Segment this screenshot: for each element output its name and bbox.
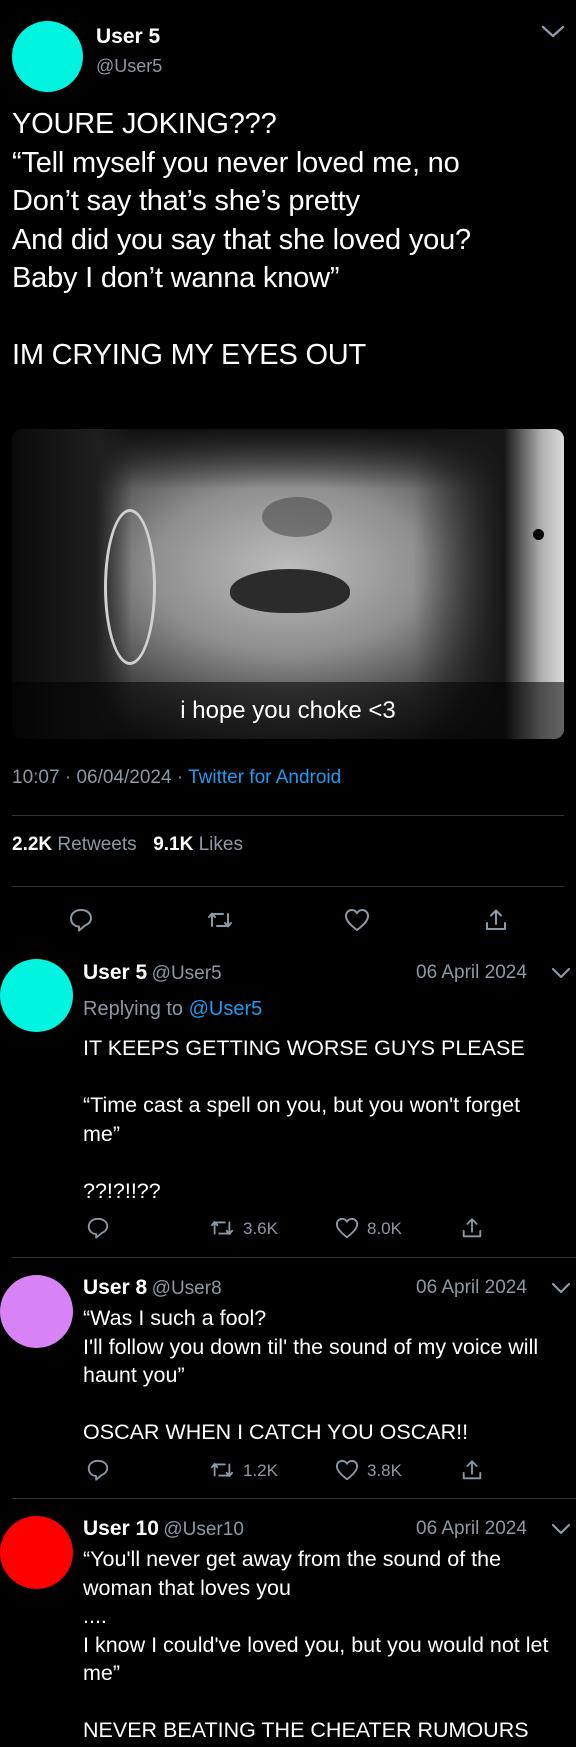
reply-header: User 5 @User5 — [83, 961, 222, 985]
share-icon[interactable] — [483, 907, 509, 933]
reply-icon[interactable] — [86, 1458, 110, 1482]
reply-header: User 10 @User10 — [83, 1517, 244, 1541]
avatar[interactable] — [0, 959, 73, 1032]
reply-date: 06 April 2024 — [416, 1277, 527, 1298]
author-handle[interactable]: @User5 — [152, 963, 222, 984]
heart-icon[interactable] — [334, 1216, 360, 1240]
photo-earring — [104, 509, 156, 665]
like-count: 8.0K — [367, 1219, 402, 1238]
tweet-source[interactable]: Twitter for Android — [188, 767, 341, 788]
photo-caption: i hope you choke <3 — [12, 682, 564, 739]
heart-icon[interactable] — [343, 907, 371, 933]
meta-separator: · — [64, 767, 77, 788]
author-handle[interactable]: @User8 — [152, 1278, 222, 1299]
replying-to: Replying to @User5 — [83, 998, 262, 1021]
author-handle[interactable]: @User10 — [163, 1519, 244, 1540]
chevron-down-icon[interactable] — [550, 1280, 572, 1296]
like-count: 3.8K — [367, 1461, 402, 1480]
avatar[interactable] — [0, 1516, 73, 1589]
likes-count[interactable]: 9.1K — [153, 834, 193, 855]
avatar[interactable] — [0, 1275, 73, 1348]
reply-date: 06 April 2024 — [416, 1518, 527, 1539]
tweet-text: YOURE JOKING??? “Tell myself you never l… — [12, 108, 471, 371]
chevron-down-icon[interactable] — [550, 1521, 572, 1537]
retweet-icon[interactable] — [208, 1458, 236, 1482]
divider — [12, 886, 564, 887]
reply-date: 06 April 2024 — [416, 962, 527, 983]
tweet-meta: 10:07 · 06/04/2024 · Twitter for Android — [12, 767, 341, 789]
author-name[interactable]: User 8 — [83, 1276, 147, 1299]
tweet-stats: 2.2K Retweets 9.1K Likes — [12, 834, 243, 856]
chevron-down-icon[interactable] — [540, 22, 566, 42]
reply-header: User 8 @User8 — [83, 1276, 222, 1300]
retweet-icon[interactable] — [208, 1216, 236, 1240]
replying-to-label: Replying to — [83, 998, 184, 1020]
retweet-count: 1.2K — [243, 1461, 278, 1480]
retweet-icon[interactable] — [205, 907, 235, 933]
photo-lips — [230, 569, 350, 613]
author-name[interactable]: User 5 — [96, 25, 160, 49]
reply-text: “You'll never get away from the sound of… — [83, 1547, 549, 1742]
author-handle[interactable]: @User5 — [96, 56, 162, 77]
photo-dot — [533, 529, 544, 540]
heart-icon[interactable] — [334, 1458, 360, 1482]
retweets-label[interactable]: Retweets — [57, 834, 136, 855]
meta-separator: · — [176, 767, 189, 788]
reply-icon[interactable] — [68, 907, 94, 933]
divider — [12, 1498, 576, 1499]
retweets-count[interactable]: 2.2K — [12, 834, 52, 855]
share-icon[interactable] — [460, 1216, 484, 1240]
reply-text: “Was I such a fool? I'll follow you down… — [83, 1306, 539, 1444]
replying-to-handle[interactable]: @User5 — [189, 998, 263, 1020]
tweet-time: 10:07 — [12, 767, 60, 788]
author-name[interactable]: User 10 — [83, 1517, 159, 1540]
tweet-photo[interactable]: i hope you choke <3 — [12, 429, 564, 739]
avatar[interactable] — [12, 21, 83, 92]
reply-text: IT KEEPS GETTING WORSE GUYS PLEASE “Time… — [83, 1036, 525, 1203]
tweet-date: 06/04/2024 — [76, 767, 172, 788]
retweet-count: 3.6K — [243, 1219, 278, 1238]
divider — [12, 1257, 576, 1258]
reply-icon[interactable] — [86, 1216, 110, 1240]
author-name[interactable]: User 5 — [83, 961, 147, 984]
share-icon[interactable] — [460, 1458, 484, 1482]
divider — [12, 815, 564, 816]
photo-nose — [262, 497, 332, 537]
likes-label[interactable]: Likes — [199, 834, 243, 855]
chevron-down-icon[interactable] — [550, 965, 572, 981]
